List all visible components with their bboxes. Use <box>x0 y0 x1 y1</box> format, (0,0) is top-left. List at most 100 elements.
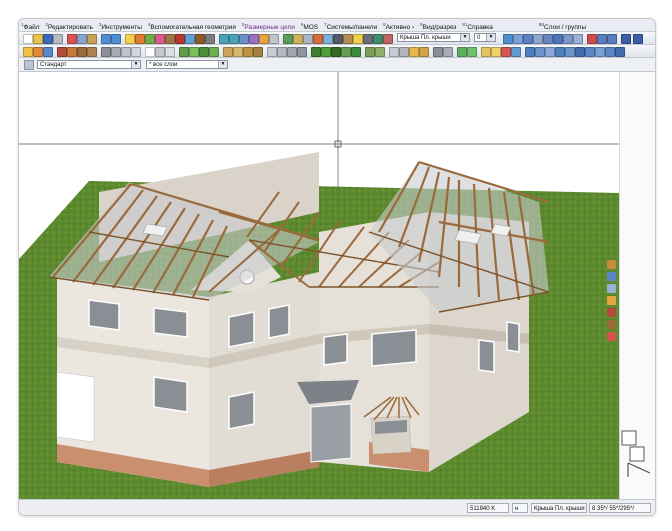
open-folder-icon[interactable] <box>33 34 43 44</box>
join-icon[interactable] <box>209 47 219 57</box>
roof-icon[interactable] <box>175 34 185 44</box>
window-icon[interactable] <box>185 34 195 44</box>
select-icon[interactable] <box>125 34 135 44</box>
frame-icon[interactable] <box>481 47 491 57</box>
symbol-icon[interactable] <box>389 47 399 57</box>
check-icon[interactable] <box>351 47 361 57</box>
paint-icon[interactable] <box>331 47 341 57</box>
node-icon[interactable] <box>189 47 199 57</box>
text-icon[interactable] <box>145 47 155 57</box>
wall-icon[interactable] <box>165 34 175 44</box>
menu-item-tools[interactable]: 3Инструменты <box>97 19 144 31</box>
undo-icon[interactable] <box>101 34 111 44</box>
calc-icon[interactable] <box>443 47 453 57</box>
light-icon[interactable] <box>353 34 363 44</box>
chevron-down-icon[interactable]: ▼ <box>218 61 227 68</box>
panel-3-icon[interactable] <box>545 47 555 57</box>
dimension-icon[interactable] <box>155 47 165 57</box>
menu-item-file[interactable]: 1Файл <box>19 19 42 31</box>
dormer-icon[interactable] <box>67 47 77 57</box>
filter-icon[interactable] <box>24 60 34 70</box>
panel-6-icon[interactable] <box>575 47 585 57</box>
plot-icon[interactable] <box>491 47 501 57</box>
column-icon[interactable] <box>111 47 121 57</box>
door-icon[interactable] <box>195 34 205 44</box>
sync-icon[interactable] <box>467 47 477 57</box>
shadow-icon[interactable] <box>333 34 343 44</box>
vertical-tool-4-icon[interactable] <box>607 296 616 305</box>
group-icon[interactable] <box>563 34 573 44</box>
mirror-icon[interactable] <box>523 34 533 44</box>
chevron-down-icon[interactable]: ▼ <box>131 61 140 68</box>
3d-viewport[interactable] <box>19 72 619 499</box>
panel-4-icon[interactable] <box>555 47 565 57</box>
pencil-icon[interactable] <box>311 47 321 57</box>
macro-icon[interactable] <box>399 47 409 57</box>
axis-navigator-icon[interactable] <box>620 427 656 487</box>
line-icon[interactable] <box>135 34 145 44</box>
section-icon[interactable] <box>283 34 293 44</box>
menu-item-mos[interactable]: 6MOS <box>299 19 320 31</box>
align-icon[interactable] <box>553 34 563 44</box>
panel-1-icon[interactable] <box>525 47 535 57</box>
roof-type-select[interactable]: Крыша Пл. крыши ▼ <box>397 33 470 42</box>
layer-icon[interactable] <box>293 34 303 44</box>
explode-icon[interactable] <box>253 47 263 57</box>
print-icon[interactable] <box>53 34 63 44</box>
export-icon[interactable] <box>373 34 383 44</box>
menu-item-view[interactable]: 9Вид/разрез <box>418 19 458 31</box>
new-file-icon[interactable] <box>23 34 33 44</box>
measure-icon[interactable] <box>269 34 279 44</box>
material-icon[interactable] <box>341 47 351 57</box>
model-view[interactable] <box>19 72 619 499</box>
image-icon[interactable] <box>511 47 521 57</box>
stairs-icon[interactable] <box>205 34 215 44</box>
panel-5-icon[interactable] <box>565 47 575 57</box>
vertical-tool-1-icon[interactable] <box>607 260 616 269</box>
scale-icon[interactable] <box>533 34 543 44</box>
menu-item-aux-geometry[interactable]: 4Вспомогательная геометрия <box>146 19 238 31</box>
vertical-tool-3-icon[interactable] <box>607 284 616 293</box>
delete-icon[interactable] <box>587 34 597 44</box>
opening-icon[interactable] <box>131 47 141 57</box>
slab-icon[interactable] <box>121 47 131 57</box>
circle-icon[interactable] <box>155 34 165 44</box>
panel-8-icon[interactable] <box>595 47 605 57</box>
zoom-in-icon[interactable] <box>219 34 229 44</box>
render-icon[interactable] <box>259 34 269 44</box>
grid-icon[interactable] <box>303 34 313 44</box>
offset-icon[interactable] <box>223 47 233 57</box>
select-window-icon[interactable] <box>33 47 43 57</box>
chamfer-icon[interactable] <box>243 47 253 57</box>
number-select[interactable]: 0 ▼ <box>474 33 496 42</box>
paste-icon[interactable] <box>87 34 97 44</box>
menu-item-layers[interactable]: 84Слои / группы <box>539 19 586 31</box>
fillet-icon[interactable] <box>233 47 243 57</box>
refresh-icon[interactable] <box>457 47 467 57</box>
copy-icon[interactable] <box>77 34 87 44</box>
close-icon[interactable] <box>633 34 643 44</box>
chevron-down-icon[interactable]: ▼ <box>486 34 495 41</box>
brush-icon[interactable] <box>321 47 331 57</box>
menu-item-edit[interactable]: 2Редактировать <box>43 19 94 31</box>
style-select[interactable]: Стандарт ▼ <box>37 60 141 69</box>
rotate-icon[interactable] <box>249 34 259 44</box>
move-icon[interactable] <box>503 34 513 44</box>
hatch-icon[interactable] <box>165 47 175 57</box>
catalog-icon[interactable] <box>375 47 385 57</box>
menu-item-active[interactable]: 8Активно › <box>381 19 416 31</box>
vertical-tool-2-icon[interactable] <box>607 272 616 281</box>
roof-plane-icon[interactable] <box>57 47 67 57</box>
select-polygon-icon[interactable] <box>43 47 53 57</box>
ungroup-icon[interactable] <box>573 34 583 44</box>
menu-item-help[interactable]: 91Справка <box>460 19 495 31</box>
menu-item-dimensions[interactable]: 5Размерные цепи <box>240 19 297 31</box>
attribute-icon[interactable] <box>409 47 419 57</box>
vertical-tool-6-icon[interactable] <box>607 320 616 329</box>
zoom-out-icon[interactable] <box>229 34 239 44</box>
panel-2-icon[interactable] <box>535 47 545 57</box>
panel-10-icon[interactable] <box>615 47 625 57</box>
beam-icon[interactable] <box>101 47 111 57</box>
extend-icon[interactable] <box>607 34 617 44</box>
view-side-icon[interactable] <box>287 47 297 57</box>
